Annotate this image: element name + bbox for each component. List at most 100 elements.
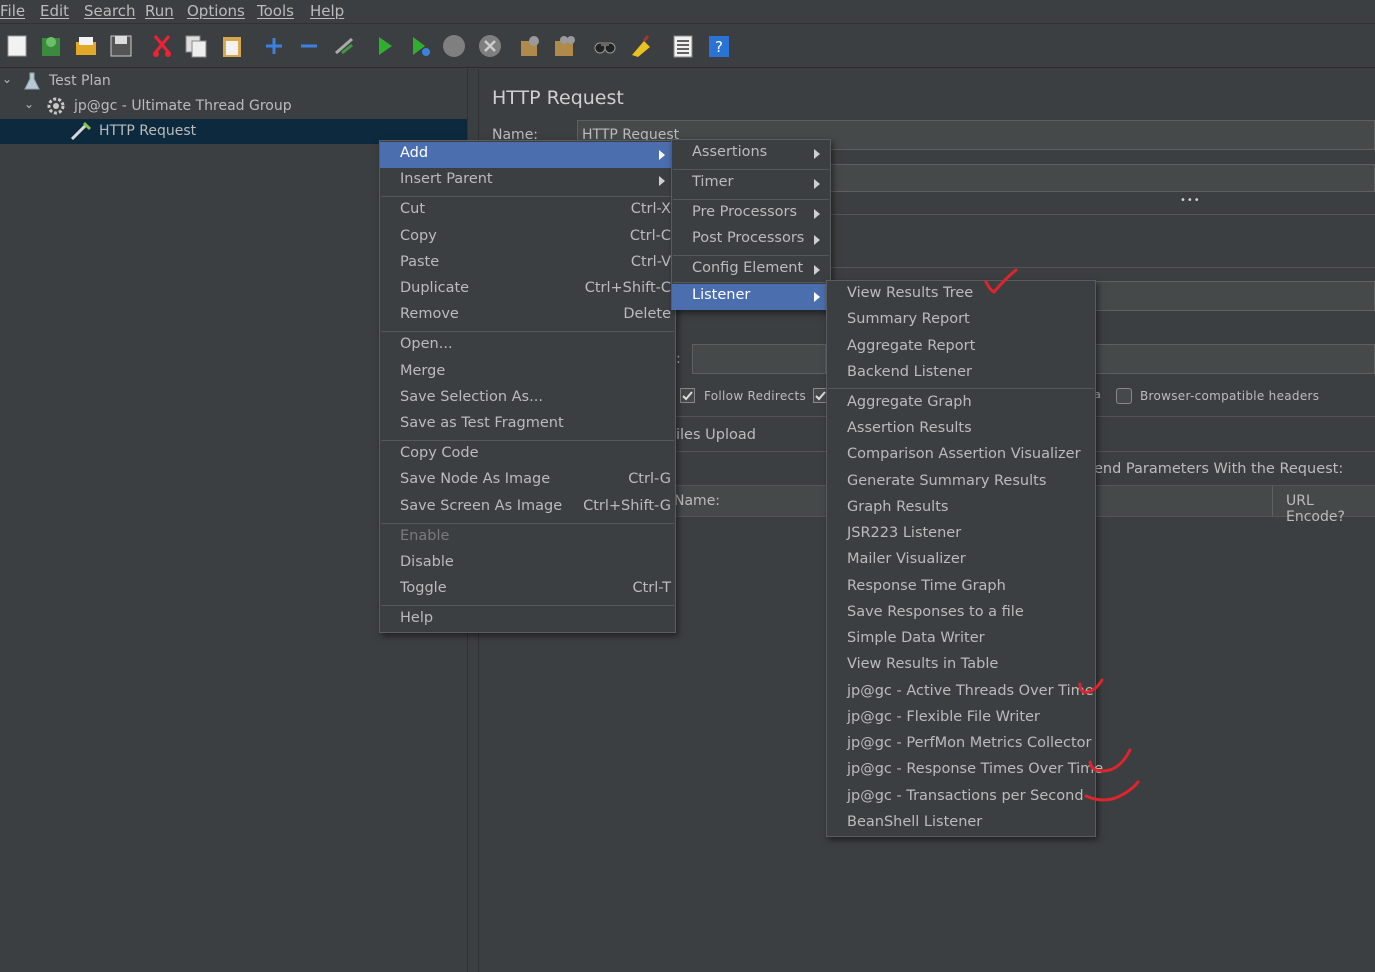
menu-item-label: Save Selection As... <box>400 389 543 405</box>
files-upload-tab[interactable]: iles Upload <box>676 427 756 443</box>
menu-item-label: Simple Data Writer <box>847 630 985 646</box>
menu-item-jsr223-listener[interactable]: JSR223 Listener <box>827 522 1095 548</box>
templates-icon[interactable] <box>38 33 64 59</box>
tree-item-thread-group[interactable]: ⌄ jp@gc - Ultimate Thread Group <box>0 94 467 119</box>
menu-item-accelerator: Ctrl-X <box>630 201 671 217</box>
stop-icon[interactable] <box>441 33 467 59</box>
menu-separator <box>381 523 674 524</box>
content-encoding-field[interactable] <box>692 344 826 374</box>
menu-item-duplicate[interactable]: Duplicate Ctrl+Shift-C <box>380 277 675 303</box>
browser-headers-checkbox[interactable] <box>1116 388 1132 404</box>
menu-run[interactable]: Run <box>145 2 174 20</box>
menu-item-pre-processors[interactable]: Pre Processors <box>672 201 830 227</box>
menu-file[interactable]: File <box>0 2 25 20</box>
toggle-icon[interactable] <box>331 33 357 59</box>
cut-icon[interactable] <box>149 33 175 59</box>
ellipsis-handle[interactable]: ••• <box>1180 195 1201 206</box>
col-name-header[interactable]: Name: <box>674 493 720 509</box>
open-icon[interactable] <box>73 33 99 59</box>
menu-item-mailer-visualizer[interactable]: Mailer Visualizer <box>827 548 1095 574</box>
menu-item-config-element[interactable]: Config Element <box>672 257 830 283</box>
gear-icon <box>46 96 66 120</box>
tree-item-test-plan[interactable]: ⌄ Test Plan <box>0 69 467 94</box>
menu-item-timer[interactable]: Timer <box>672 171 830 197</box>
menu-item-paste[interactable]: Paste Ctrl-V <box>380 251 675 277</box>
tree-label: Test Plan <box>49 73 111 89</box>
menu-item-transactions-per-second[interactable]: jp@gc - Transactions per Second <box>827 785 1095 811</box>
chevron-down-icon[interactable]: ⌄ <box>2 72 12 86</box>
new-icon[interactable] <box>4 33 30 59</box>
col-url-encode-header[interactable]: URL Encode? <box>1286 493 1375 525</box>
comments-field[interactable] <box>830 164 1375 192</box>
menu-item-beanshell-listener[interactable]: BeanShell Listener <box>827 811 1095 837</box>
start-no-pause-icon[interactable] <box>407 33 433 59</box>
clear-all-icon[interactable] <box>552 33 578 59</box>
help-icon[interactable]: ? <box>706 33 732 59</box>
shutdown-icon[interactable] <box>477 33 503 59</box>
expand-icon[interactable] <box>261 33 287 59</box>
menu-item-copy[interactable]: Copy Ctrl-C <box>380 225 675 251</box>
follow-redirects-checkbox[interactable] <box>680 388 695 403</box>
menu-item-view-results-table[interactable]: View Results in Table <box>827 653 1095 679</box>
menu-item-save-screen-image[interactable]: Save Screen As Image Ctrl+Shift-G <box>380 495 675 521</box>
menu-item-assertions[interactable]: Assertions <box>672 141 830 167</box>
menu-item-merge[interactable]: Merge <box>380 360 675 386</box>
menu-item-insert-parent[interactable]: Insert Parent <box>380 168 675 194</box>
reset-search-icon[interactable] <box>628 33 654 59</box>
menu-item-assertion-results[interactable]: Assertion Results <box>827 417 1095 443</box>
search-icon[interactable] <box>592 33 618 59</box>
menu-options[interactable]: Options <box>187 2 245 20</box>
menu-item-add[interactable]: Add <box>380 142 675 168</box>
menu-item-save-test-fragment[interactable]: Save as Test Fragment <box>380 412 675 438</box>
clear-icon[interactable] <box>517 33 543 59</box>
menu-separator <box>381 196 674 197</box>
menu-item-help[interactable]: Help <box>380 607 675 633</box>
menu-item-save-selection[interactable]: Save Selection As... <box>380 386 675 412</box>
menu-item-simple-data-writer[interactable]: Simple Data Writer <box>827 627 1095 653</box>
save-icon[interactable] <box>108 33 134 59</box>
collapse-icon[interactable] <box>296 33 322 59</box>
menu-item-listener[interactable]: Listener <box>672 284 830 310</box>
menu-item-cut[interactable]: Cut Ctrl-X <box>380 198 675 224</box>
menu-item-save-node-image[interactable]: Save Node As Image Ctrl-G <box>380 468 675 494</box>
menu-item-view-results-tree[interactable]: View Results Tree <box>827 282 1095 308</box>
menu-item-copy-code[interactable]: Copy Code <box>380 442 675 468</box>
chevron-down-icon[interactable]: ⌄ <box>24 97 34 111</box>
menu-item-response-time-graph[interactable]: Response Time Graph <box>827 575 1095 601</box>
menu-item-graph-results[interactable]: Graph Results <box>827 496 1095 522</box>
menu-item-disable[interactable]: Disable <box>380 551 675 577</box>
menu-help[interactable]: Help <box>310 2 344 20</box>
menu-item-label: BeanShell Listener <box>847 814 983 830</box>
menu-item-open[interactable]: Open... <box>380 333 675 359</box>
menu-item-generate-summary-results[interactable]: Generate Summary Results <box>827 470 1095 496</box>
menu-item-comparison-assertion-visualizer[interactable]: Comparison Assertion Visualizer <box>827 443 1095 469</box>
menu-separator <box>828 388 1094 389</box>
menu-search[interactable]: Search <box>84 2 136 20</box>
menu-item-save-responses[interactable]: Save Responses to a file <box>827 601 1095 627</box>
menu-item-label: jp@gc - Flexible File Writer <box>847 709 1040 725</box>
menu-item-label: Assertions <box>692 144 768 160</box>
menu-item-flexible-file-writer[interactable]: jp@gc - Flexible File Writer <box>827 706 1095 732</box>
submenu-arrow-icon <box>659 176 665 186</box>
menu-item-aggregate-graph[interactable]: Aggregate Graph <box>827 391 1095 417</box>
start-icon[interactable] <box>372 33 398 59</box>
menu-item-post-processors[interactable]: Post Processors <box>672 227 830 253</box>
paste-icon[interactable] <box>219 33 245 59</box>
encoding-field-right[interactable] <box>1094 344 1375 374</box>
menu-item-perfmon-metrics-collector[interactable]: jp@gc - PerfMon Metrics Collector <box>827 732 1095 758</box>
listener-submenu: View Results Tree Summary Report Aggrega… <box>826 280 1103 837</box>
send-params-label: end Parameters With the Request: <box>1094 461 1344 477</box>
menu-item-response-times-over-time[interactable]: jp@gc - Response Times Over Time <box>827 758 1103 784</box>
menu-item-aggregate-report[interactable]: Aggregate Report <box>827 335 1095 361</box>
menu-item-remove[interactable]: Remove Delete <box>380 303 675 329</box>
copy-icon[interactable] <box>183 33 209 59</box>
function-helper-icon[interactable] <box>670 33 696 59</box>
menu-edit[interactable]: Edit <box>40 2 69 20</box>
path-field[interactable] <box>1094 281 1375 311</box>
menu-item-active-threads-over-time[interactable]: jp@gc - Active Threads Over Time <box>827 680 1095 706</box>
svg-text:?: ? <box>715 38 723 56</box>
menu-item-summary-report[interactable]: Summary Report <box>827 308 1095 334</box>
menu-item-toggle[interactable]: Toggle Ctrl-T <box>380 577 675 603</box>
menu-tools[interactable]: Tools <box>257 2 294 20</box>
menu-item-backend-listener[interactable]: Backend Listener <box>827 361 1095 387</box>
